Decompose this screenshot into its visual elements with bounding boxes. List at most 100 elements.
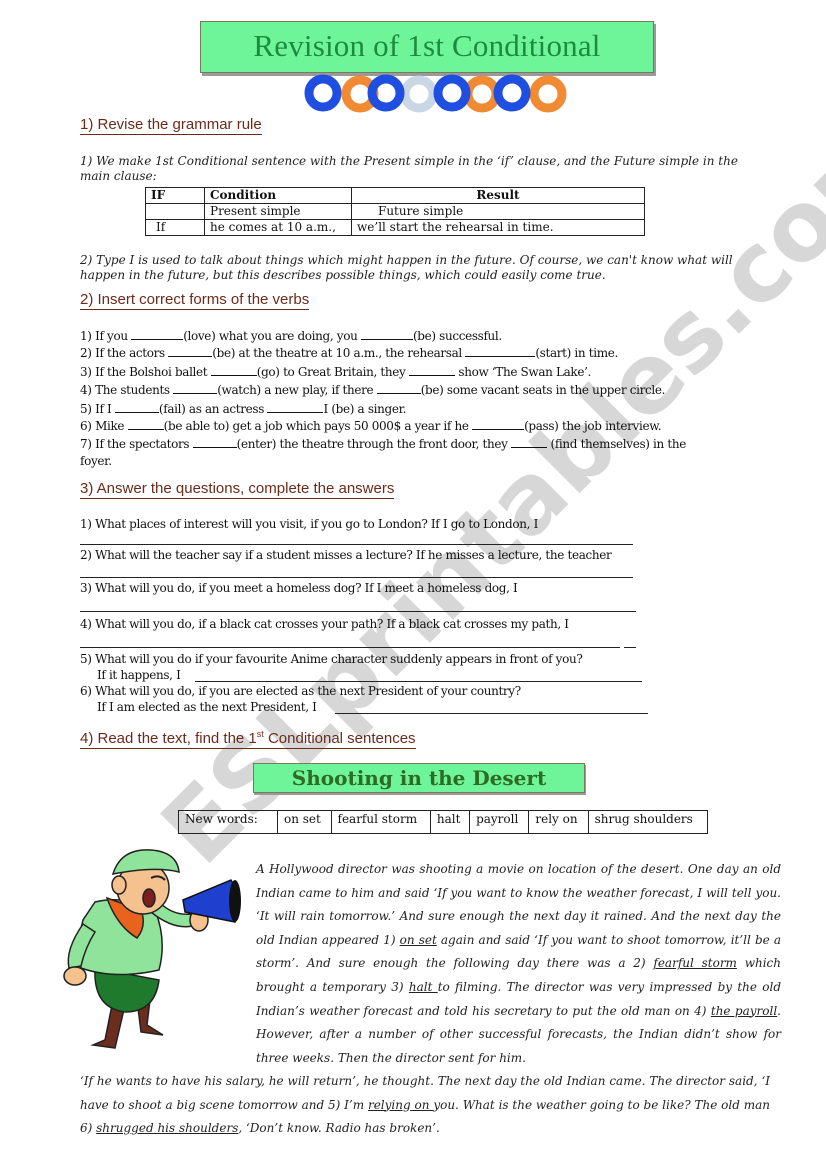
grammar-table-header: Condition bbox=[204, 187, 352, 204]
answer-line[interactable] bbox=[335, 713, 648, 714]
grammar-rule-1: 1) We make 1st Conditional sentence with… bbox=[80, 154, 738, 183]
exercise-text: (be) some vacant seats in the upper circ… bbox=[420, 383, 666, 397]
exercise-item: 4) The students (watch) a new play, if t… bbox=[80, 382, 665, 397]
grammar-table-cell bbox=[145, 203, 205, 220]
exercise-text: (pass) the job interview. bbox=[524, 419, 662, 433]
grammar-table-cell: Future simple bbox=[351, 203, 645, 220]
rings-decoration bbox=[304, 74, 567, 113]
ring-icon bbox=[304, 74, 342, 112]
question-text: 3) What will you do, if you meet a homel… bbox=[80, 581, 518, 595]
section-1-heading: 1) Revise the grammar rule bbox=[80, 116, 262, 135]
exercise-text: 6) Mike bbox=[80, 419, 128, 433]
story-paragraph-right: A Hollywood director was shooting a movi… bbox=[256, 858, 781, 1070]
blank-field[interactable] bbox=[173, 382, 218, 394]
exercise-text: (find themselves) in the bbox=[547, 437, 686, 451]
new-words-table: New words: on set fearful storm halt pay… bbox=[178, 810, 709, 834]
story-fragment: , ‘Don’t know. Radio has broken’. bbox=[238, 1121, 440, 1136]
blank-field[interactable] bbox=[511, 436, 548, 448]
new-word-cell: on set bbox=[277, 810, 332, 834]
grammar-table-cell: If bbox=[145, 219, 205, 236]
new-word-cell: rely on bbox=[528, 810, 589, 834]
answer-line[interactable] bbox=[80, 577, 633, 578]
vocabulary-word: shrugged his shoulders bbox=[96, 1121, 239, 1136]
new-word-cell: fearful storm bbox=[330, 810, 431, 834]
exercise-text: (be able to) get a job which pays 50 000… bbox=[163, 419, 473, 433]
blank-field[interactable] bbox=[376, 382, 421, 394]
answer-prompt: If I am elected as the next President, I bbox=[97, 700, 317, 714]
section-3-heading: 3) Answer the questions, complete the an… bbox=[80, 480, 395, 499]
grammar-table-header: IF bbox=[145, 187, 205, 204]
story-text: A Hollywood director was shooting a movi… bbox=[256, 862, 781, 1065]
exercise-text: (be) at the theatre at 10 a.m., the rehe… bbox=[212, 346, 466, 360]
blank-field[interactable] bbox=[192, 436, 237, 448]
new-words-label: New words: bbox=[178, 810, 278, 834]
blank-field[interactable] bbox=[465, 345, 536, 357]
new-word-cell: shrug shoulders bbox=[587, 810, 709, 834]
heading-superscript: st bbox=[256, 729, 264, 739]
exercise-text: (start) in time. bbox=[535, 346, 618, 360]
story-title: Shooting in the Desert bbox=[291, 766, 547, 790]
answer-line[interactable] bbox=[80, 647, 620, 648]
blank-field[interactable] bbox=[131, 328, 184, 340]
blank-field[interactable] bbox=[114, 401, 159, 413]
blank-field[interactable] bbox=[168, 345, 213, 357]
ring-icon bbox=[433, 74, 471, 112]
blank-field[interactable] bbox=[210, 364, 257, 376]
grammar-table-cell: Present simple bbox=[204, 203, 352, 220]
ring-icon bbox=[463, 75, 501, 113]
story-paragraph-bottom: ‘If he wants to have his salary, he will… bbox=[80, 1070, 770, 1141]
exercise-text: 4) The students bbox=[80, 383, 174, 397]
ring-icon bbox=[400, 75, 438, 113]
exercise-item: 7) If the spectators (enter) the theatre… bbox=[80, 436, 686, 451]
section-4-heading: 4) Read the text, find the 1st Condition… bbox=[80, 729, 416, 749]
answer-line[interactable] bbox=[80, 611, 636, 612]
worksheet-title: Revision of 1st Conditional bbox=[253, 28, 601, 63]
vocabulary-word: halt bbox=[408, 979, 438, 994]
heading-text: Conditional sentences bbox=[263, 730, 416, 747]
exercise-text: (go) to Great Britain, they bbox=[256, 365, 409, 379]
answer-prompt: If it happens, I bbox=[97, 668, 181, 682]
blank-field[interactable] bbox=[127, 418, 164, 430]
grammar-table-cell: we’ll start the rehearsal in time. bbox=[351, 219, 645, 236]
answer-line[interactable] bbox=[80, 544, 633, 545]
grammar-table-cell: he comes at 10 a.m., bbox=[204, 219, 352, 236]
blank-field[interactable] bbox=[267, 401, 324, 413]
question-text: 1) What places of interest will you visi… bbox=[80, 517, 538, 531]
exercise-text: 5) If I bbox=[80, 402, 115, 416]
ring-icon bbox=[493, 74, 531, 112]
answer-line[interactable] bbox=[624, 647, 636, 648]
blank-field[interactable] bbox=[408, 364, 455, 376]
exercise-text: (love) what you are doing, you bbox=[183, 329, 361, 343]
new-word-cell: payroll bbox=[469, 810, 530, 834]
exercise-item: 2) If the actors (be) at the theatre at … bbox=[80, 345, 618, 360]
exercise-text: (fail) as an actress bbox=[158, 402, 268, 416]
question-text: 5) What will you do if your favourite An… bbox=[80, 652, 583, 666]
question-text: 6) What will you do, if you are elected … bbox=[80, 684, 521, 698]
story-title-banner: Shooting in the Desert bbox=[253, 763, 585, 793]
exercise-text: 7) If the spectators bbox=[80, 437, 193, 451]
exercise-item: 6) Mike (be able to) get a job which pay… bbox=[80, 418, 662, 433]
story-text: ‘If he wants to have his salary, he will… bbox=[80, 1074, 770, 1135]
grammar-table-header: Result bbox=[351, 187, 645, 204]
exercise-text: (enter) the theatre through the front do… bbox=[236, 437, 512, 451]
exercise-text: 3) If the Bolshoi ballet bbox=[80, 365, 211, 379]
blank-field[interactable] bbox=[472, 418, 525, 430]
exercise-text: I (be) a singer. bbox=[323, 402, 407, 416]
grammar-table: IF Condition Result Present simple Futur… bbox=[145, 187, 645, 236]
question-text: 4) What will you do, if a black cat cros… bbox=[80, 617, 569, 631]
question-text: 2) What will the teacher say if a studen… bbox=[80, 548, 612, 562]
answer-line[interactable] bbox=[195, 681, 642, 682]
heading-text: 4) Read the text, find the 1 bbox=[80, 730, 257, 747]
blank-field[interactable] bbox=[360, 328, 413, 340]
vocabulary-word: on set bbox=[399, 932, 437, 947]
ring-icon bbox=[367, 74, 405, 112]
vocabulary-word: the payroll bbox=[710, 1003, 778, 1018]
director-megaphone-illustration bbox=[63, 849, 241, 1049]
vocabulary-word: fearful storm bbox=[653, 956, 737, 971]
exercise-text: (be) successful. bbox=[412, 329, 502, 343]
new-word-cell: halt bbox=[429, 810, 471, 834]
exercise-text: show ‘The Swan Lake’. bbox=[454, 365, 592, 379]
exercise-item-continuation: foyer. bbox=[80, 454, 112, 468]
vocabulary-word: relying on bbox=[367, 1097, 434, 1112]
section-2-heading: 2) Insert correct forms of the verbs bbox=[80, 291, 310, 310]
